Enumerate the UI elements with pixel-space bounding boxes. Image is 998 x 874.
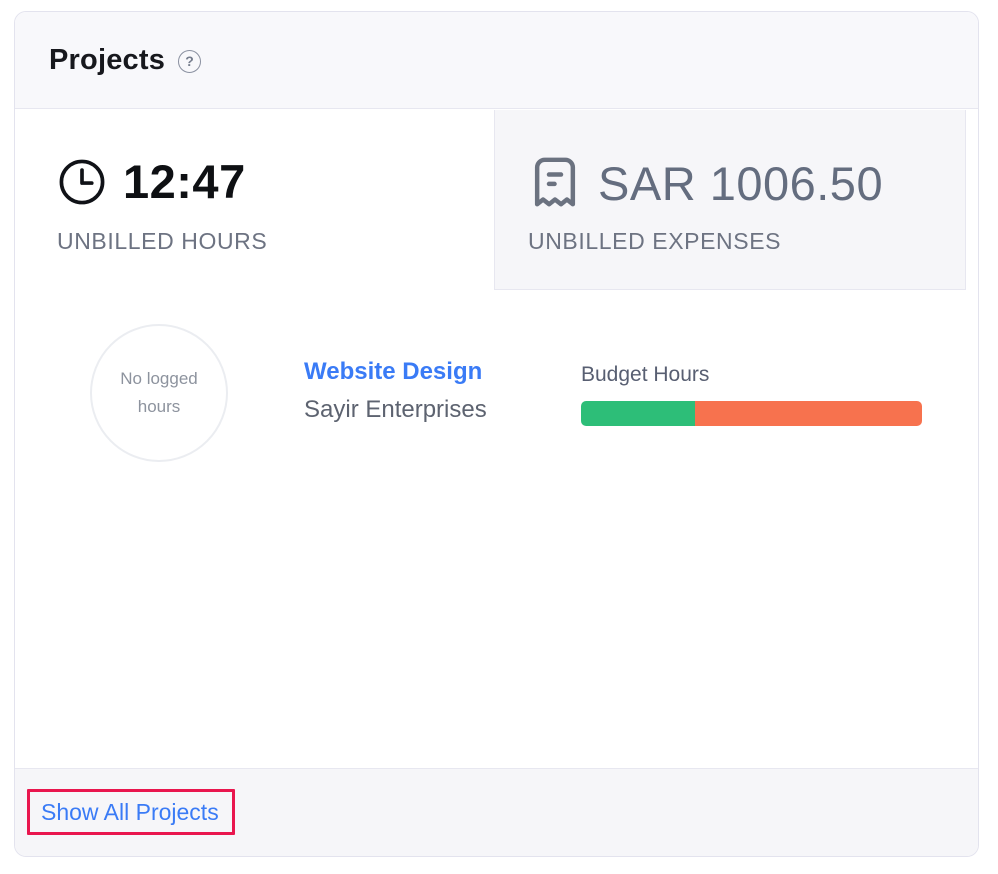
widget-title: Projects <box>49 44 165 77</box>
unbilled-expenses-value: SAR 1006.50 <box>598 156 883 211</box>
widget-footer: Show All Projects <box>15 768 978 856</box>
budget-hours-block: Budget Hours <box>581 363 922 426</box>
show-all-projects-link[interactable]: Show All Projects <box>30 799 219 826</box>
unbilled-hours-value-row: 12:47 <box>56 154 246 209</box>
project-name-link[interactable]: Website Design <box>304 358 487 386</box>
receipt-icon <box>528 154 582 212</box>
budget-remaining-segment <box>695 401 922 426</box>
help-icon[interactable]: ? <box>178 50 201 73</box>
logged-hours-circle: No logged hours <box>90 324 228 462</box>
click-target-annotation: Show All Projects <box>27 789 235 835</box>
widget-header: Projects ? <box>15 12 978 109</box>
tab-unbilled-hours[interactable]: 12:47 UNBILLED HOURS <box>15 110 494 290</box>
unbilled-expenses-label: UNBILLED EXPENSES <box>528 228 781 255</box>
project-customer: Sayir Enterprises <box>304 396 487 424</box>
projects-widget-card: Projects ? 12:47 UNBILLED HOURS <box>14 11 979 857</box>
unbilled-expenses-value-row: SAR 1006.50 <box>528 154 883 212</box>
project-info: Website Design Sayir Enterprises <box>304 358 487 424</box>
logged-hours-placeholder: No logged hours <box>113 365 205 421</box>
stat-tabs: 12:47 UNBILLED HOURS SAR 1006.50 UNBILLE… <box>15 110 978 290</box>
budget-used-segment <box>581 401 695 426</box>
unbilled-hours-label: UNBILLED HOURS <box>57 228 267 255</box>
project-list: No logged hours Website Design Sayir Ent… <box>15 290 978 768</box>
budget-hours-label: Budget Hours <box>581 363 922 387</box>
budget-hours-progressbar <box>581 401 922 426</box>
tab-unbilled-expenses[interactable]: SAR 1006.50 UNBILLED EXPENSES <box>494 110 966 290</box>
clock-icon <box>56 156 108 208</box>
unbilled-hours-value: 12:47 <box>123 154 246 209</box>
